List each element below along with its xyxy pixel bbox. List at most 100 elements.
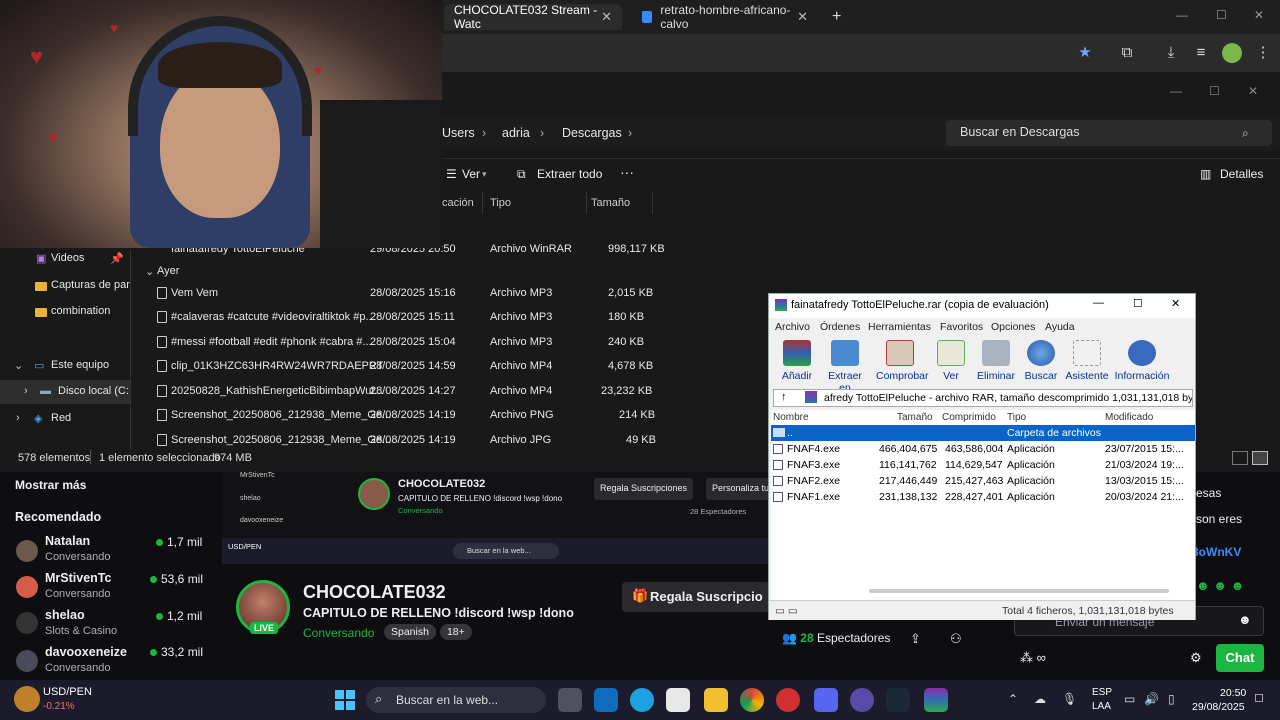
winrar-taskbar-icon[interactable] xyxy=(924,688,948,712)
chevron-right-icon[interactable]: › xyxy=(16,412,20,424)
keyboard-layout[interactable]: LAA xyxy=(1092,701,1111,712)
chrome-icon[interactable] xyxy=(740,688,764,712)
store-icon[interactable] xyxy=(666,688,690,712)
file-row[interactable]: #calaveras #catcute #videoviraltiktok #p… xyxy=(145,306,655,330)
channel-name[interactable]: CHOCOLATE032 xyxy=(303,582,446,603)
close-icon[interactable]: ✕ xyxy=(601,9,612,25)
recommended-channel-name[interactable]: MrStivenTc xyxy=(45,571,111,585)
file-row[interactable]: #messi #football #edit #phonk #cabra #..… xyxy=(145,331,655,355)
file-row[interactable]: Vem Vem 28/08/2025 15:16 Archivo MP3 2,0… xyxy=(145,282,655,306)
column-size[interactable]: Tamaño xyxy=(591,197,630,209)
chat-username[interactable]: 3oWnKV xyxy=(1192,545,1241,559)
file-row[interactable]: clip_01K3HZC63HR4RW24WR7RDAEPRT 28/08/20… xyxy=(145,355,655,379)
extract-all-button[interactable]: Extraer todo xyxy=(537,167,602,181)
clock-date[interactable]: 29/08/2025 xyxy=(1192,701,1245,713)
ticker-icon[interactable] xyxy=(14,686,40,712)
close-icon[interactable]: ✕ xyxy=(1248,84,1258,98)
breadcrumb-descargas[interactable]: Descargas xyxy=(562,126,622,140)
nav-combination[interactable]: combination xyxy=(0,300,130,324)
avatar[interactable] xyxy=(16,540,38,562)
extract-to-button[interactable]: Extraer en xyxy=(821,340,869,394)
minimize-icon[interactable]: — xyxy=(1093,297,1104,309)
avatar[interactable] xyxy=(16,612,38,634)
notification-icon[interactable]: ◻ xyxy=(1254,690,1264,704)
menu-favoritos[interactable]: Favoritos xyxy=(940,321,983,333)
archive-file-row[interactable]: FNAF2.exe 217,446,449 215,427,463 Aplica… xyxy=(771,473,1195,489)
community-icon[interactable]: ⚇ xyxy=(950,631,962,647)
media-control-icon[interactable]: ≡ xyxy=(1192,44,1210,62)
menu-ordenes[interactable]: Órdenes xyxy=(820,321,860,333)
task-view-icon[interactable] xyxy=(558,688,582,712)
steam-icon[interactable] xyxy=(886,688,910,712)
share-icon[interactable]: ⇪ xyxy=(910,631,921,647)
column-packed[interactable]: Comprimido xyxy=(942,412,996,423)
opera-icon[interactable] xyxy=(776,688,800,712)
column-type[interactable]: Tipo xyxy=(490,197,511,209)
find-button[interactable]: Buscar xyxy=(1017,340,1065,382)
chat-send-button[interactable]: Chat xyxy=(1216,644,1264,672)
tab-chocolate-stream[interactable]: CHOCOLATE032 Stream - Watc ✕ xyxy=(444,3,622,31)
microphone-icon[interactable]: 🎙 xyxy=(1062,692,1077,706)
close-icon[interactable]: ✕ xyxy=(797,9,808,25)
chevron-up-icon[interactable]: ⌃ xyxy=(1008,692,1018,706)
nav-disco-local[interactable]: › ▬ Disco local (C: xyxy=(0,380,130,404)
minimize-icon[interactable]: — xyxy=(1170,84,1182,98)
avatar[interactable] xyxy=(16,576,38,598)
file-explorer-icon[interactable] xyxy=(704,688,728,712)
info-button[interactable]: Información xyxy=(1113,340,1171,382)
breadcrumb-users[interactable]: Users xyxy=(442,126,475,140)
menu-herramientas[interactable]: Herramientas xyxy=(868,321,931,333)
chevron-down-icon[interactable]: ⌄ xyxy=(145,265,154,278)
tray-icon[interactable]: ☁ xyxy=(1034,692,1046,706)
column-location[interactable]: cación xyxy=(442,197,474,209)
display-icon[interactable]: ▭ xyxy=(1124,692,1135,706)
breadcrumb-adria[interactable]: adria xyxy=(502,126,530,140)
language-indicator[interactable]: ESP xyxy=(1092,687,1112,698)
test-button[interactable]: Comprobar xyxy=(876,340,929,382)
archive-path-bar[interactable]: afredy TottoElPeluche - archivo RAR, tam… xyxy=(773,389,1193,407)
chat-settings-icon[interactable]: ⚙ xyxy=(1190,650,1202,666)
app-icon[interactable] xyxy=(850,688,874,712)
more-options-button[interactable]: ··· xyxy=(620,164,634,180)
details-button[interactable]: Detalles xyxy=(1220,167,1263,181)
gift-subscription-button[interactable]: 🎁 Regala Suscripcio xyxy=(622,582,770,612)
search-input[interactable]: Buscar en Descargas xyxy=(946,120,1272,146)
show-more-link[interactable]: Mostrar más xyxy=(15,478,86,492)
close-icon[interactable]: ✕ xyxy=(1171,297,1180,310)
column-name[interactable]: Nombre xyxy=(773,412,809,423)
emote-picker-icon[interactable]: ☻ xyxy=(1238,612,1252,627)
recommended-channel-name[interactable]: davooxeneize xyxy=(45,645,127,659)
horizontal-scrollbar[interactable] xyxy=(869,589,1169,593)
column-modified[interactable]: Modificado xyxy=(1105,412,1153,423)
taskbar-search[interactable]: Buscar en la web... xyxy=(366,687,546,713)
bookmark-star-icon[interactable]: ★ xyxy=(1076,44,1094,62)
close-window-icon[interactable]: ✕ xyxy=(1254,8,1264,22)
menu-icon[interactable]: ⋮ xyxy=(1254,44,1272,62)
clock-time[interactable]: 20:50 xyxy=(1220,687,1246,699)
file-row[interactable]: Screenshot_20250806_212938_Meme_Ge... 28… xyxy=(145,404,655,428)
recommended-channel-name[interactable]: Natalan xyxy=(45,534,90,548)
chevron-down-icon[interactable]: ⌄ xyxy=(14,359,23,372)
view-button[interactable]: Ver xyxy=(927,340,975,382)
up-arrow-icon[interactable]: ↑ xyxy=(781,391,787,403)
bits-icon[interactable]: ⁂ ∞ xyxy=(1020,650,1046,666)
maximize-icon[interactable]: ☐ xyxy=(1216,8,1227,22)
recommended-channel-name[interactable]: shelao xyxy=(45,608,85,622)
tiles-view-icon[interactable] xyxy=(1252,451,1268,465)
edge-icon[interactable] xyxy=(630,688,654,712)
menu-archivo[interactable]: Archivo xyxy=(775,321,810,333)
view-button[interactable]: Ver xyxy=(462,167,480,181)
maximize-icon[interactable]: ☐ xyxy=(1133,297,1143,310)
archive-file-row[interactable]: FNAF3.exe 116,141,762 114,629,547 Aplica… xyxy=(771,457,1195,473)
chevron-right-icon[interactable]: › xyxy=(24,385,28,397)
battery-icon[interactable]: ▯ xyxy=(1168,692,1175,706)
start-button[interactable] xyxy=(335,690,355,710)
maximize-icon[interactable]: ☐ xyxy=(1209,84,1220,98)
column-size[interactable]: Tamaño xyxy=(897,412,933,423)
outlook-icon[interactable] xyxy=(594,688,618,712)
add-button[interactable]: Añadir xyxy=(773,340,821,382)
nav-este-equipo[interactable]: ⌄ ▭ Este equipo xyxy=(0,354,130,378)
delete-button[interactable]: Eliminar xyxy=(972,340,1020,382)
tag-language[interactable]: Spanish xyxy=(384,624,436,640)
download-icon[interactable]: ⤓ xyxy=(1162,44,1180,62)
